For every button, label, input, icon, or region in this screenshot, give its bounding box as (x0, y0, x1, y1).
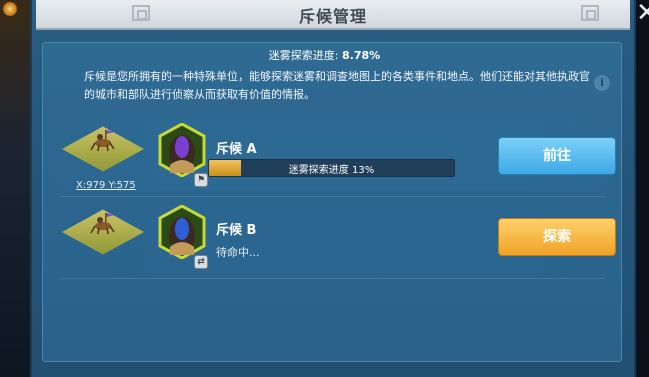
goto-button[interactable]: 前往 (498, 137, 616, 175)
scout-b-status-icon: ⇄ (194, 255, 208, 269)
scout-a-avatar (158, 123, 206, 177)
fog-progress-value: 8.78% (342, 49, 381, 62)
scout-b-name: 斥候 B (216, 223, 257, 238)
fog-progress-label: 迷雾探索进度: 8.78% (0, 47, 649, 63)
scout-a-status-icon: ⚑ (194, 173, 208, 187)
row-divider (60, 196, 605, 197)
close-icon[interactable]: ✕ (636, 0, 649, 28)
title-bar: 斥候管理 ✕ (36, 0, 649, 30)
scout-b-avatar (158, 205, 206, 259)
fog-progress-caption: 迷雾探索进度: (268, 49, 339, 62)
scout-b-status: 待命中... (216, 246, 260, 259)
map-tile-a[interactable] (61, 126, 145, 172)
explore-button[interactable]: 探索 (498, 218, 616, 256)
map-tile-b[interactable] (61, 209, 145, 255)
rider-icon (90, 130, 115, 152)
rider-icon (90, 213, 115, 235)
title-ornament-right-icon (581, 5, 599, 21)
scout-a-coordinates[interactable]: X:979 Y:575 (76, 180, 136, 191)
scout-a-progress-text: 迷雾探索进度 13% (288, 165, 375, 176)
scout-a-progress-bar: 迷雾探索进度 13% (208, 159, 455, 177)
description-text: 斥候是您所拥有的一种特殊单位，能够探索迷雾和调查地图上的各类事件和地点。他们还能… (84, 70, 590, 101)
scout-a-name: 斥候 A (216, 142, 257, 157)
info-icon[interactable]: i (594, 75, 610, 91)
effect-icon (2, 2, 18, 16)
row-divider (60, 278, 605, 279)
window-title: 斥候管理 (298, 7, 367, 26)
